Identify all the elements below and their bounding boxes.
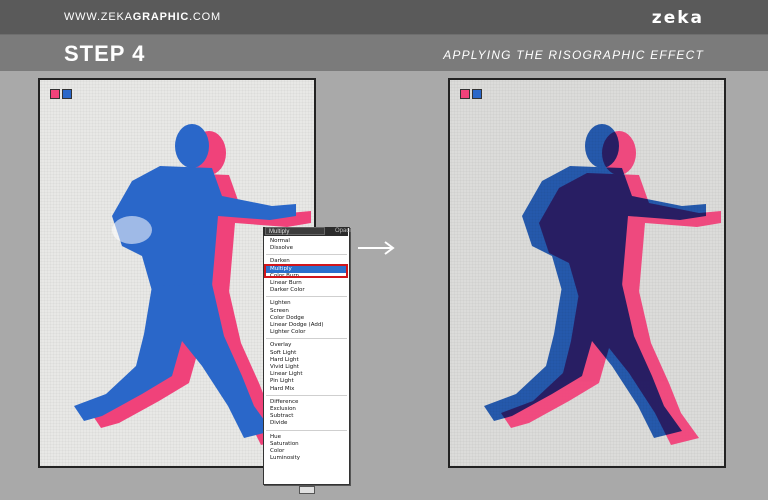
menu-separator [266, 429, 347, 431]
step-title: STEP 4 [64, 41, 146, 66]
blend-mode-header: Multiply Opaci [263, 227, 351, 236]
top-bar: WWW.ZEKAGRAPHIC.COM zeka [0, 0, 768, 35]
blend-mode-item[interactable]: Hue [266, 434, 347, 441]
after-image-panel [448, 78, 726, 468]
menu-separator [266, 254, 347, 256]
brand-logo: zeka [651, 8, 704, 28]
step-bar: STEP 4 APPLYING THE RISOGRAPHIC EFFECT [0, 35, 768, 71]
blend-mode-item[interactable]: Color [266, 448, 347, 455]
blend-mode-item[interactable]: Overlay [266, 342, 347, 349]
blend-mode-item[interactable]: Linear Light [266, 371, 347, 378]
blend-mode-item[interactable]: Screen [266, 308, 347, 315]
blend-mode-item[interactable]: Lighter Color [266, 329, 347, 336]
menu-separator [266, 394, 347, 396]
blend-mode-item[interactable]: Exclusion [266, 406, 347, 413]
rugby-player-illustration-risograph [484, 124, 721, 445]
menu-separator [266, 338, 347, 340]
blend-mode-item[interactable]: Pin Light [266, 378, 347, 385]
blend-mode-item[interactable]: Luminosity [266, 455, 347, 462]
blend-mode-item[interactable]: Soft Light [266, 350, 347, 357]
arrow-right-icon [358, 241, 395, 255]
blend-mode-item[interactable]: Lighten [266, 300, 347, 307]
blend-mode-item[interactable]: Vivid Light [266, 364, 347, 371]
blend-mode-item[interactable]: Normal [266, 238, 347, 245]
menu-separator [266, 296, 347, 298]
blend-mode-item[interactable]: Hard Light [266, 357, 347, 364]
blend-mode-item[interactable]: Linear Burn [266, 280, 347, 287]
blend-mode-item[interactable]: Difference [266, 399, 347, 406]
opacity-label: Opaci [335, 228, 351, 234]
blend-mode-select[interactable]: Multiply [265, 227, 325, 235]
blend-mode-item[interactable]: Saturation [266, 441, 347, 448]
blend-mode-item[interactable]: Hard Mix [266, 386, 347, 393]
blend-mode-item[interactable]: Dissolve [266, 245, 347, 252]
blend-mode-item[interactable]: Subtract [266, 413, 347, 420]
website-url[interactable]: WWW.ZEKAGRAPHIC.COM [64, 11, 221, 23]
blend-mode-item[interactable]: Darker Color [266, 287, 347, 294]
menu-scroll-handle[interactable] [299, 486, 315, 494]
blend-mode-item[interactable]: Color Dodge [266, 315, 347, 322]
step-subtitle: APPLYING THE RISOGRAPHIC EFFECT [443, 48, 704, 62]
multiply-highlight-box [264, 264, 348, 278]
blend-mode-item[interactable]: Divide [266, 420, 347, 427]
blend-mode-item[interactable]: Linear Dodge (Add) [266, 322, 347, 329]
